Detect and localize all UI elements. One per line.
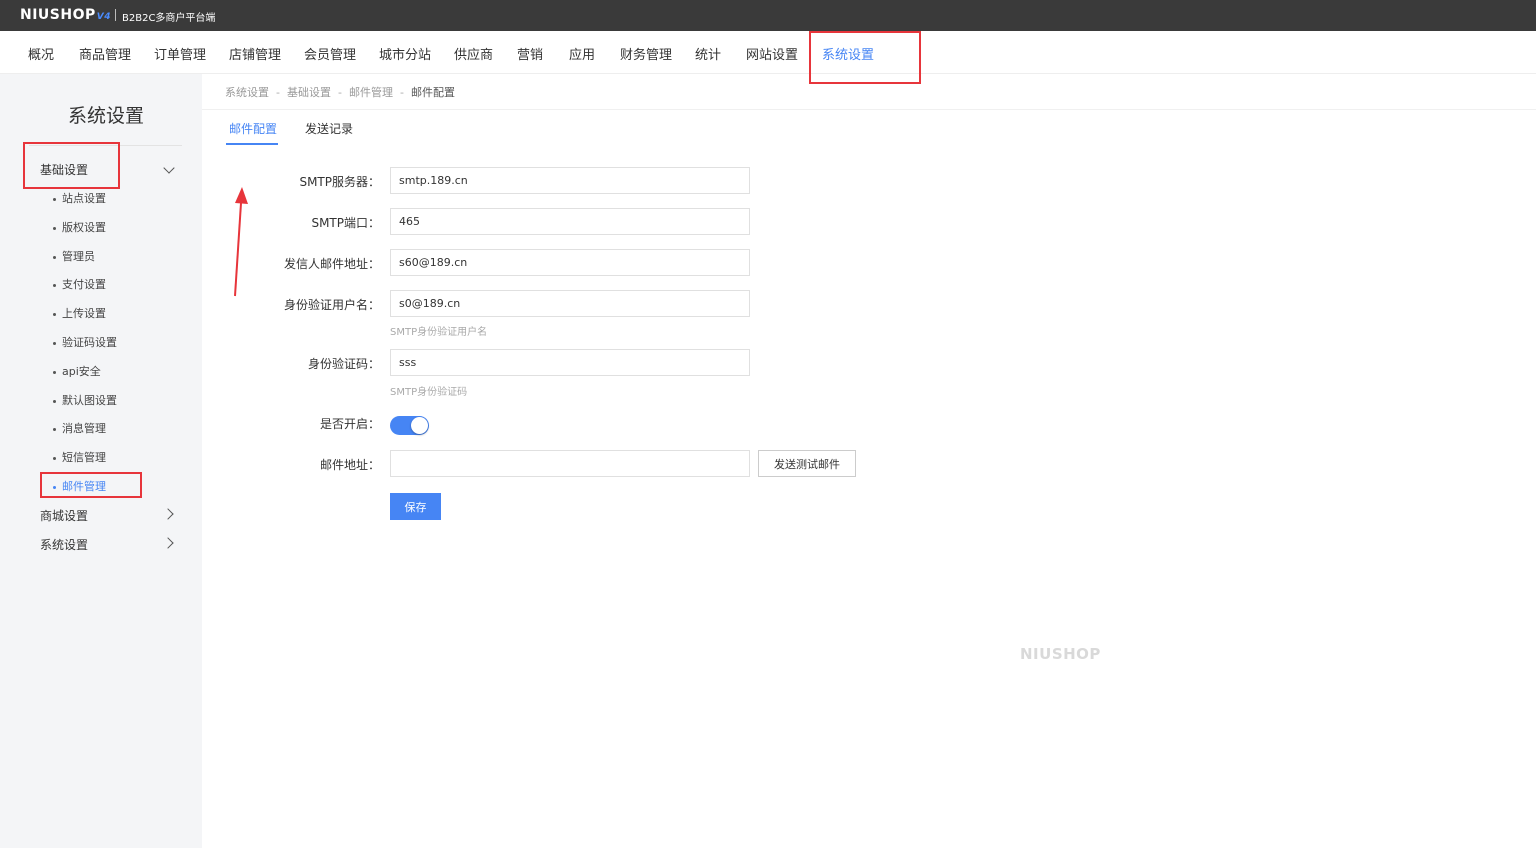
bullet-icon <box>53 283 56 287</box>
auth-username-hint: SMTP身份验证用户名 <box>390 327 488 338</box>
test-email-input[interactable] <box>390 450 750 477</box>
smtp-server-label: SMTP服务器： <box>299 175 380 189</box>
nav-item-goods[interactable]: 商品管理 <box>79 44 131 63</box>
enabled-toggle[interactable] <box>390 416 429 435</box>
bullet-icon <box>53 255 56 259</box>
smtp-port-label: SMTP端口： <box>311 216 380 230</box>
bullet-icon <box>53 312 56 316</box>
sidebar: 系统设置 基础设置 站点设置 版权设置 管理员 支付设置 上传设置 验证码设置 … <box>0 74 202 848</box>
breadcrumb-item[interactable]: 系统设置 <box>225 86 269 99</box>
bullet-icon <box>53 197 56 201</box>
nav-item-marketing[interactable]: 营销 <box>517 44 543 63</box>
nav-item-city-sites[interactable]: 城市分站 <box>379 44 431 63</box>
sidebar-group-mall[interactable]: 商城设置 <box>40 507 88 524</box>
sidebar-item-site[interactable]: 站点设置 <box>53 190 106 206</box>
sender-email-input[interactable] <box>390 249 750 276</box>
smtp-server-input[interactable] <box>390 167 750 194</box>
auth-code-input[interactable] <box>390 349 750 376</box>
auth-code-hint: SMTP身份验证码 <box>390 387 468 398</box>
nav-item-website[interactable]: 网站设置 <box>746 44 798 63</box>
nav-item-overview[interactable]: 概况 <box>28 44 54 63</box>
send-test-email-button[interactable]: 发送测试邮件 <box>758 450 856 477</box>
sidebar-item-default-image[interactable]: 默认图设置 <box>53 392 117 408</box>
test-email-label: 邮件地址： <box>319 458 380 472</box>
sidebar-item-api-security[interactable]: api安全 <box>53 363 101 379</box>
breadcrumb: 系统设置 - 基础设置 - 邮件管理 - 邮件配置 <box>225 86 455 99</box>
auth-username-label: 身份验证用户名： <box>283 298 380 312</box>
sidebar-group-system[interactable]: 系统设置 <box>40 536 88 553</box>
sender-email-label: 发信人邮件地址： <box>283 257 380 271</box>
nav-item-suppliers[interactable]: 供应商 <box>454 44 493 63</box>
platform-name: B2B2C多商户平台端 <box>122 13 216 24</box>
main-nav: 概况 商品管理 订单管理 店铺管理 会员管理 城市分站 供应商 营销 应用 财务… <box>0 31 1536 74</box>
watermark-logo: NIUSHOP <box>1020 645 1101 663</box>
sidebar-item-payment[interactable]: 支付设置 <box>53 276 106 292</box>
tab-send-log[interactable]: 发送记录 <box>305 120 353 137</box>
red-arrow-icon <box>234 187 248 297</box>
breadcrumb-divider <box>202 109 1536 110</box>
nav-item-apps[interactable]: 应用 <box>569 44 595 63</box>
enabled-label: 是否开启： <box>319 417 380 431</box>
sidebar-item-messages[interactable]: 消息管理 <box>53 420 106 436</box>
bullet-icon <box>53 370 56 374</box>
smtp-port-input[interactable] <box>390 208 750 235</box>
top-bar: NIUSHOPV4 B2B2C多商户平台端 <box>0 0 1536 31</box>
bullet-icon <box>53 341 56 345</box>
bullet-icon <box>53 399 56 403</box>
breadcrumb-current: 邮件配置 <box>410 86 455 99</box>
nav-item-shops[interactable]: 店铺管理 <box>229 44 281 63</box>
chevron-down-icon[interactable] <box>163 162 175 174</box>
sidebar-title: 系统设置 <box>67 105 144 127</box>
nav-item-orders[interactable]: 订单管理 <box>154 44 206 63</box>
sidebar-item-sms[interactable]: 短信管理 <box>53 449 106 465</box>
sidebar-item-upload[interactable]: 上传设置 <box>53 305 106 321</box>
save-button[interactable]: 保存 <box>390 493 441 520</box>
highlight-box-email <box>40 472 142 498</box>
bullet-icon <box>53 427 56 431</box>
tab-active-indicator <box>226 143 278 145</box>
sidebar-item-admin[interactable]: 管理员 <box>53 248 95 264</box>
logo-divider <box>115 9 116 21</box>
sidebar-item-copyright[interactable]: 版权设置 <box>53 219 106 235</box>
bullet-icon <box>53 226 56 230</box>
bullet-icon <box>53 456 56 460</box>
highlight-box-basic-settings <box>23 142 120 189</box>
breadcrumb-item[interactable]: 基础设置 <box>287 86 331 99</box>
logo-version: V4 <box>96 12 111 22</box>
toggle-knob <box>411 417 428 434</box>
chevron-right-icon[interactable] <box>162 508 174 520</box>
nav-item-finance[interactable]: 财务管理 <box>620 44 672 63</box>
sidebar-item-captcha[interactable]: 验证码设置 <box>53 334 117 350</box>
highlight-box-nav <box>809 31 921 84</box>
logo[interactable]: NIUSHOPV4 <box>20 7 111 23</box>
nav-item-stats[interactable]: 统计 <box>695 44 721 63</box>
auth-code-label: 身份验证码： <box>307 357 380 371</box>
auth-username-input[interactable] <box>390 290 750 317</box>
breadcrumb-item[interactable]: 邮件管理 <box>349 86 393 99</box>
nav-item-members[interactable]: 会员管理 <box>304 44 356 63</box>
tab-email-config[interactable]: 邮件配置 <box>229 120 277 137</box>
chevron-right-icon[interactable] <box>162 537 174 549</box>
